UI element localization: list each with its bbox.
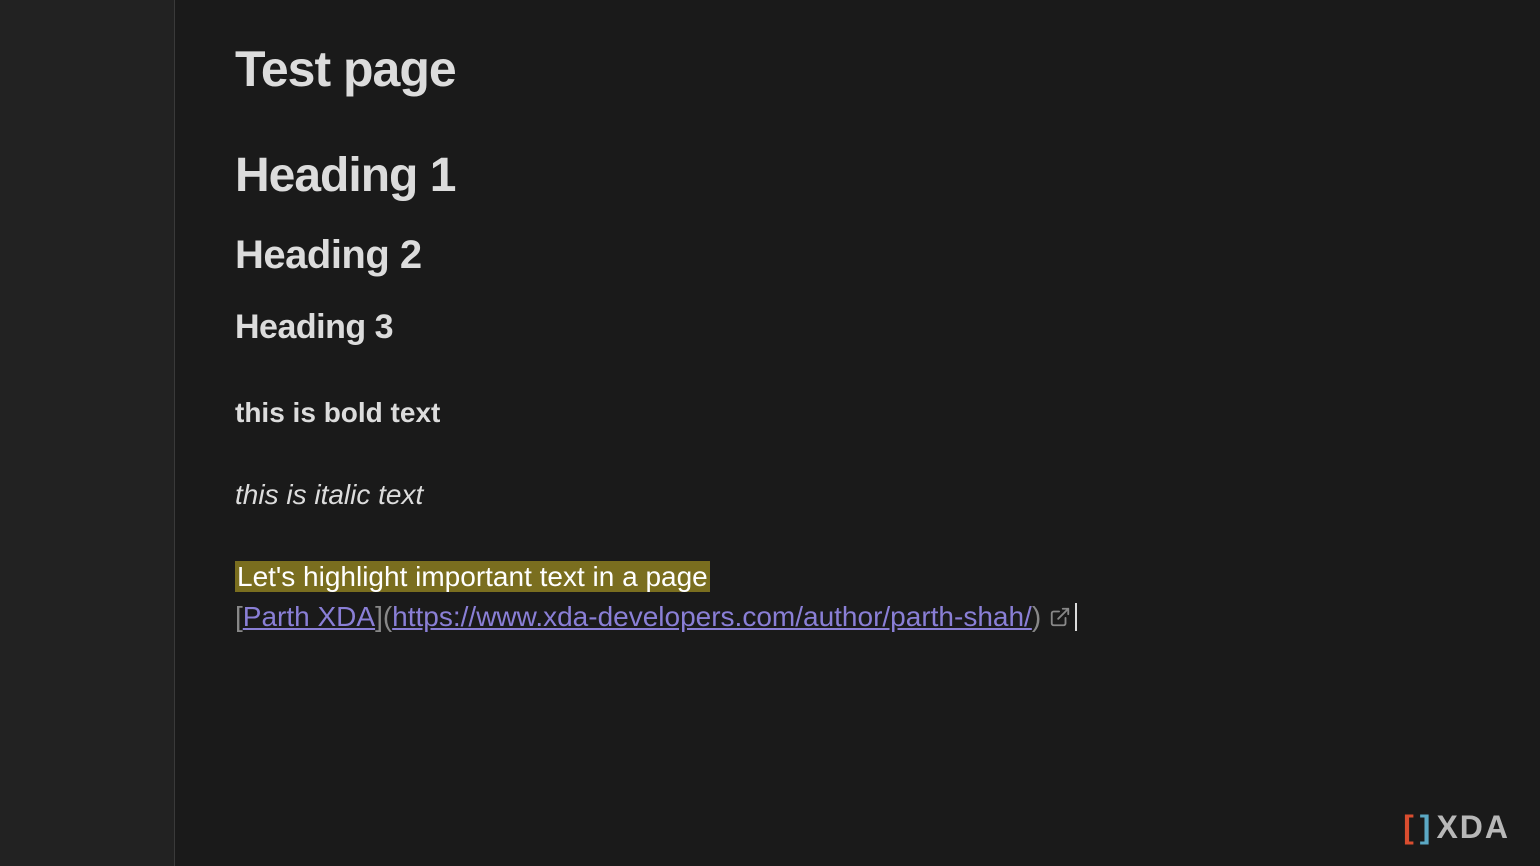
xda-watermark: [] XDA [1403,809,1510,846]
bracket-close: ] [375,601,383,633]
link-url[interactable]: https://www.xda-developers.com/author/pa… [392,601,1032,633]
external-link-icon[interactable] [1049,606,1071,628]
highlighted-text[interactable]: Let's highlight important text in a page [235,561,710,592]
italic-text[interactable]: this is italic text [235,479,1480,511]
paren-open: ( [383,601,392,633]
highlight-block[interactable]: Let's highlight important text in a page [235,561,1480,593]
watermark-bracket-left: [ [1403,809,1416,846]
sidebar [0,0,175,866]
editor-content[interactable]: Test page Heading 1 Heading 2 Heading 3 … [175,0,1540,866]
markdown-link-line[interactable]: [Parth XDA](https://www.xda-developers.c… [235,601,1480,633]
watermark-text: XDA [1436,809,1510,846]
heading-3[interactable]: Heading 3 [235,308,1480,347]
page-title[interactable]: Test page [235,40,1480,98]
link-label[interactable]: Parth XDA [243,601,375,633]
watermark-bracket-right: ] [1420,809,1433,846]
heading-1[interactable]: Heading 1 [235,148,1480,203]
heading-2[interactable]: Heading 2 [235,233,1480,278]
paren-close: ) [1032,601,1041,633]
bracket-open: [ [235,601,243,633]
bold-text[interactable]: this is bold text [235,397,1480,429]
text-cursor [1075,603,1077,631]
